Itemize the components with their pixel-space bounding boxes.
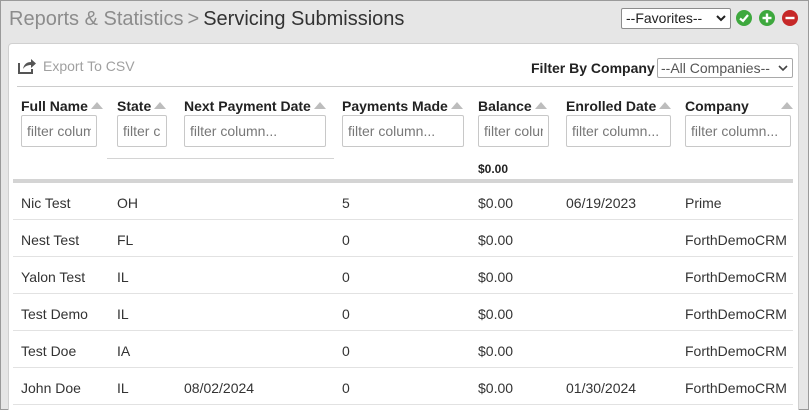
filter-enrolled-date-input[interactable]: [566, 115, 671, 147]
cell-enrolled-date: 01/30/2024: [566, 380, 637, 396]
favorites-select[interactable]: --Favorites--: [621, 8, 731, 29]
cell-full-name: Test Demo: [21, 306, 88, 322]
cell-state: FL: [117, 232, 134, 248]
cell-balance: $0.00: [478, 380, 514, 396]
cell-balance: $0.00: [478, 269, 514, 285]
filter-balance-input[interactable]: [478, 115, 549, 147]
export-csv-label: Export To CSV: [43, 58, 135, 74]
cell-balance: $0.00: [478, 343, 514, 359]
chevron-down-icon: [716, 15, 726, 22]
column-label: Next Payment Date: [184, 98, 311, 114]
cell-payments-made: 0: [342, 343, 350, 359]
filter-state-input[interactable]: [117, 115, 167, 147]
cell-company: ForthDemoCRM: [685, 380, 787, 396]
chevron-down-icon: [778, 65, 788, 72]
save-favorite-button[interactable]: [736, 10, 752, 26]
cell-full-name: Nic Test: [21, 195, 71, 211]
sort-icon: [780, 102, 793, 109]
table-row[interactable]: Nest Test FL 0 $0.00 ForthDemoCRM: [13, 220, 793, 257]
column-label: Full Name: [21, 98, 88, 114]
cell-balance: $0.00: [478, 195, 514, 211]
filter-next-payment-date-input[interactable]: [184, 115, 326, 147]
column-label: Company: [685, 98, 749, 114]
sort-icon: [313, 102, 326, 109]
cell-state: IL: [117, 306, 129, 322]
table-row[interactable]: Nic Test OH 5 $0.00 06/19/2023 Prime: [13, 183, 793, 220]
report-toolbar: Export To CSV Filter By Company --All Co…: [9, 44, 798, 86]
table-row[interactable]: Test Demo IL 0 $0.00 ForthDemoCRM: [13, 294, 793, 331]
column-header-state[interactable]: State: [117, 98, 167, 114]
page-header: Reports & Statistics > Servicing Submissio…: [1, 1, 808, 39]
toolbar-divider: [17, 86, 793, 87]
column-header-company[interactable]: Company: [685, 98, 793, 114]
cell-company: Prime: [685, 195, 722, 211]
cell-payments-made: 0: [342, 232, 350, 248]
cell-payments-made: 5: [342, 195, 350, 211]
column-label: Enrolled Date: [566, 98, 657, 114]
page-title: Reports & Statistics > Servicing Submissio…: [9, 8, 404, 30]
cell-state: OH: [117, 195, 138, 211]
filter-company-input[interactable]: [685, 115, 791, 147]
cell-state: IL: [117, 380, 129, 396]
cell-payments-made: 0: [342, 306, 350, 322]
cell-full-name: Nest Test: [21, 232, 80, 248]
cell-balance: $0.00: [478, 306, 514, 322]
cell-company: ForthDemoCRM: [685, 232, 787, 248]
column-header-enrolled-date[interactable]: Enrolled Date: [566, 98, 672, 114]
column-label: State: [117, 98, 152, 114]
filter-by-company-label: Filter By Company: [531, 60, 655, 76]
filter-payments-made-input[interactable]: [342, 115, 464, 147]
page-title-text: Servicing Submissions: [203, 8, 405, 30]
table-row[interactable]: John Doe IL 08/02/2024 0 $0.00 01/30/202…: [13, 368, 793, 405]
breadcrumb-reports[interactable]: Reports & Statistics: [9, 8, 184, 30]
cell-full-name: Test Doe: [21, 343, 77, 359]
cell-state: IL: [117, 269, 129, 285]
column-header-full-name[interactable]: Full Name: [21, 98, 103, 114]
export-icon: [18, 59, 36, 74]
cell-full-name: Yalon Test: [21, 269, 86, 285]
favorites-selected-value: --Favorites--: [626, 10, 703, 26]
column-header-next-payment-date[interactable]: Next Payment Date: [184, 98, 326, 114]
cell-balance: $0.00: [478, 232, 514, 248]
column-label: Payments Made: [342, 98, 448, 114]
cell-state: IA: [117, 343, 131, 359]
company-filter-value: --All Companies--: [661, 60, 770, 76]
minus-icon: [785, 16, 795, 20]
cell-enrolled-date: 06/19/2023: [566, 195, 637, 211]
sort-icon: [534, 102, 547, 109]
cell-full-name: John Doe: [21, 380, 81, 396]
sort-icon: [450, 102, 463, 109]
filter-full-name-input[interactable]: [21, 115, 97, 147]
column-header-payments-made[interactable]: Payments Made: [342, 98, 463, 114]
cell-payments-made: 0: [342, 380, 350, 396]
check-icon: [739, 14, 749, 23]
company-filter-select[interactable]: --All Companies--: [657, 58, 793, 78]
cell-company: ForthDemoCRM: [685, 343, 787, 359]
plus-icon: [762, 13, 772, 23]
table-row[interactable]: Test Doe IA 0 $0.00 ForthDemoCRM: [13, 331, 793, 368]
column-label: Balance: [478, 98, 532, 114]
breadcrumb-separator: >: [187, 8, 200, 30]
balance-total: $0.00: [478, 162, 509, 176]
sort-icon: [90, 102, 103, 109]
sort-icon: [154, 102, 167, 109]
remove-favorite-button[interactable]: [782, 10, 798, 26]
cell-next-payment-date: 08/02/2024: [184, 380, 255, 396]
column-header-balance[interactable]: Balance: [478, 98, 547, 114]
table-row[interactable]: Yalon Test IL 0 $0.00 ForthDemoCRM: [13, 257, 793, 294]
sort-icon: [659, 102, 672, 109]
add-favorite-button[interactable]: [759, 10, 775, 26]
header-divider: [107, 158, 334, 159]
cell-payments-made: 0: [342, 269, 350, 285]
cell-company: ForthDemoCRM: [685, 306, 787, 322]
report-panel: Export To CSV Filter By Company --All Co…: [8, 43, 799, 410]
cell-company: ForthDemoCRM: [685, 269, 787, 285]
